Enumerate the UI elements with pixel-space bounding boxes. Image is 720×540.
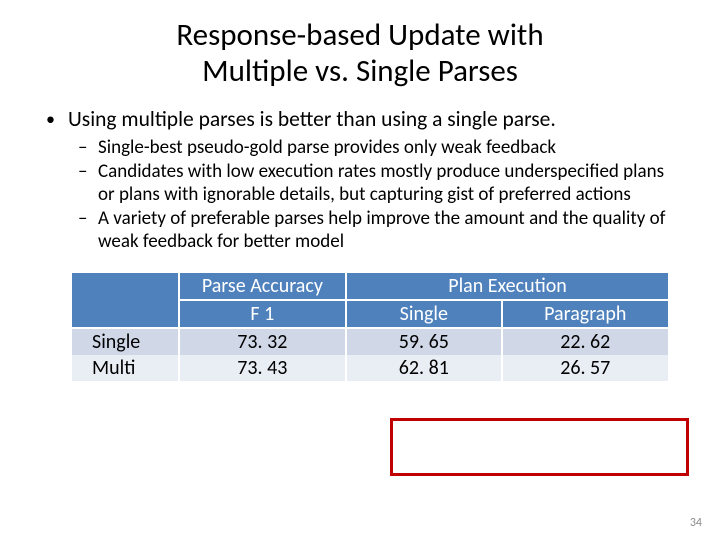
slide-title: Response-based Update with Multiple vs. … xyxy=(40,18,680,89)
table-header-empty xyxy=(71,273,179,328)
cell-paragraph: 26. 57 xyxy=(502,355,669,381)
title-line-2: Multiple vs. Single Parses xyxy=(202,52,518,90)
row-label: Single xyxy=(71,328,179,355)
results-table: Parse Accuracy Plan Execution F 1 Single… xyxy=(70,273,670,381)
sub-bullet-1: Single-best pseudo-gold parse provides o… xyxy=(98,137,680,159)
table-row: Multi 73. 43 62. 81 26. 57 xyxy=(71,355,669,381)
slide: Response-based Update with Multiple vs. … xyxy=(0,0,720,540)
table-row: Single 73. 32 59. 65 22. 62 xyxy=(71,328,669,355)
table-header-f1: F 1 xyxy=(179,300,346,328)
cell-f1: 73. 43 xyxy=(179,355,346,381)
bullet-list: Using multiple parses is better than usi… xyxy=(40,107,680,253)
title-line-1: Response-based Update with xyxy=(176,16,543,54)
slide-body: Using multiple parses is better than usi… xyxy=(40,107,680,381)
table-header-paragraph: Paragraph xyxy=(502,300,669,328)
cell-single: 62. 81 xyxy=(346,355,501,381)
table-header-single: Single xyxy=(346,300,501,328)
page-number: 34 xyxy=(690,516,702,530)
table-wrapper: Parse Accuracy Plan Execution F 1 Single… xyxy=(40,273,680,381)
table-header-row-1: Parse Accuracy Plan Execution xyxy=(71,273,669,300)
bullet-top-text: Using multiple parses is better than usi… xyxy=(68,106,556,132)
row-label: Multi xyxy=(71,355,179,381)
cell-paragraph: 22. 62 xyxy=(502,328,669,355)
highlight-box xyxy=(390,418,689,476)
cell-f1: 73. 32 xyxy=(179,328,346,355)
sub-bullet-3: A variety of preferable parses help impr… xyxy=(98,208,680,253)
bullet-top: Using multiple parses is better than usi… xyxy=(68,107,680,253)
table-header-parse: Parse Accuracy xyxy=(179,273,346,300)
sub-bullet-2: Candidates with low execution rates most… xyxy=(98,161,680,206)
table-header-plan: Plan Execution xyxy=(346,273,669,300)
cell-single: 59. 65 xyxy=(346,328,501,355)
sub-bullet-list: Single-best pseudo-gold parse provides o… xyxy=(68,137,680,253)
